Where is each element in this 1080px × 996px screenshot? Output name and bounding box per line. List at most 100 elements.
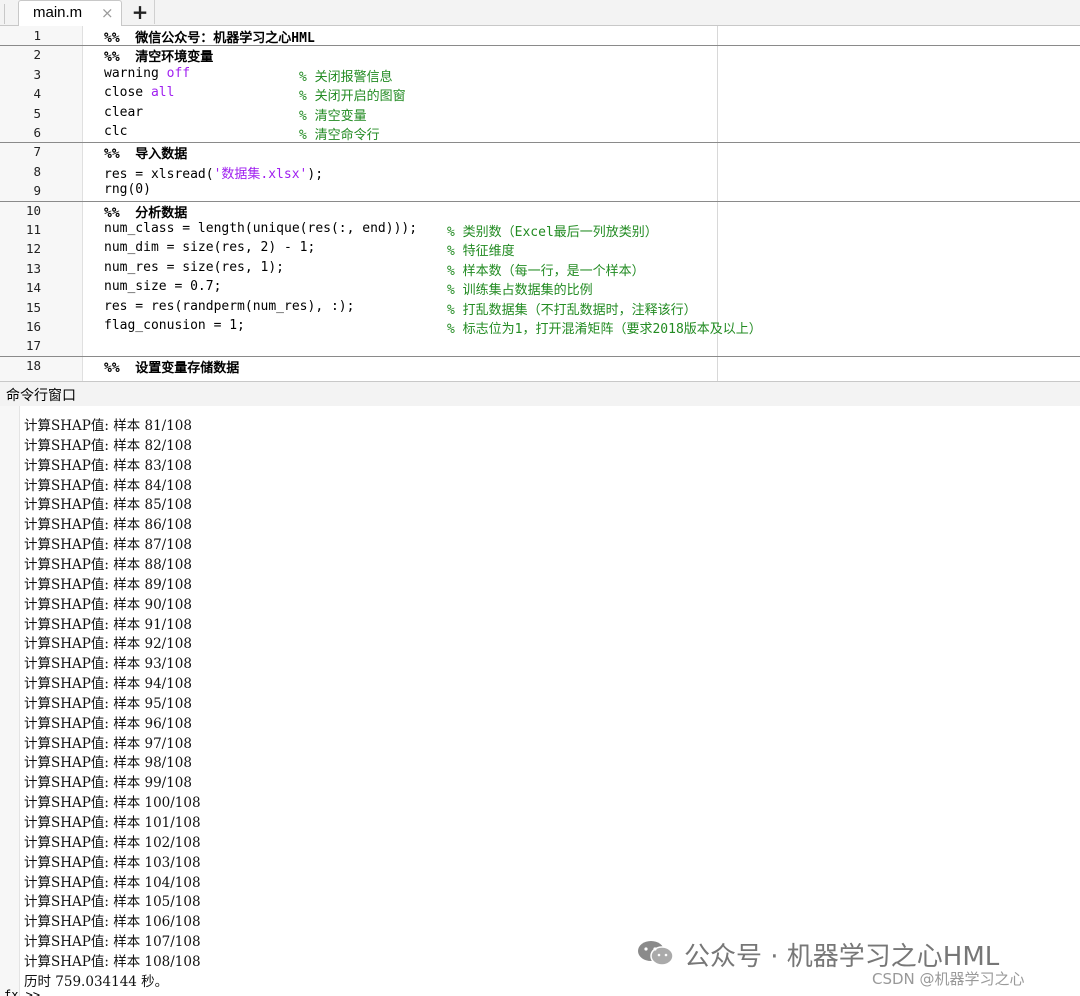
code-line[interactable]: 7 %% 导入数据 <box>0 142 1080 163</box>
code-text: num_class = length(unique(res(:, end))); <box>104 221 418 236</box>
output-line: 计算SHAP值: 样本 97/108 <box>24 735 192 752</box>
output-line: 计算SHAP值: 样本 82/108 <box>24 437 192 454</box>
code-line[interactable]: 17 <box>0 336 1080 355</box>
output-line: 计算SHAP值: 样本 92/108 <box>24 636 192 653</box>
code-line[interactable]: 18 %% 设置变量存储数据 <box>0 356 1080 376</box>
line-number: 13 <box>25 260 41 276</box>
code-comment: % 标志位为1，打开混淆矩阵（要求2018版本及以上） <box>447 322 762 337</box>
tab-bar-edge <box>0 4 5 24</box>
command-window-gutter <box>0 406 20 996</box>
close-icon[interactable]: × <box>101 4 114 22</box>
line-number: 12 <box>25 241 41 257</box>
output-line: 计算SHAP值: 样本 93/108 <box>24 656 192 673</box>
line-number: 17 <box>25 338 41 354</box>
code-line[interactable]: 5 clear % 清空变量 <box>0 104 1080 124</box>
code-comment: % 特征维度 <box>447 244 515 260</box>
output-line: 历时 759.034144 秒。 <box>24 973 169 990</box>
code-line[interactable]: 16 flag_conusion = 1; % 标志位为1，打开混淆矩阵（要求201… <box>0 317 1080 337</box>
csdn-watermark: CSDN @机器学习之心 <box>872 970 1025 988</box>
output-line: 计算SHAP值: 样本 89/108 <box>24 576 192 593</box>
output-line: 计算SHAP值: 样本 101/108 <box>24 815 201 831</box>
section-divider <box>0 45 1080 47</box>
code-line[interactable]: 10 %% 分析数据 <box>0 201 1080 221</box>
code-comment: % 关闭开启的图窗 <box>299 89 406 105</box>
output-line: 计算SHAP值: 样本 99/108 <box>24 775 192 792</box>
line-number: 3 <box>33 66 41 82</box>
code-line[interactable]: 2 %% 清空环境变量 <box>0 45 1080 65</box>
output-line: 计算SHAP值: 样本 106/108 <box>24 914 201 931</box>
code-text: res = xlsread('数据集.xlsx'); <box>104 166 324 182</box>
output-line: 计算SHAP值: 样本 102/108 <box>24 834 201 851</box>
section-header: %% 设置变量存储数据 <box>104 360 240 376</box>
command-window-header: 命令行窗口 <box>0 381 1080 407</box>
string-literal: '数据集.xlsx' <box>213 166 308 182</box>
code-editor[interactable]: 1 %% 微信公众号：机器学习之心HML 2 %% 清空环境变量 3 warning of… <box>0 26 1080 381</box>
output-line: 计算SHAP值: 样本 88/108 <box>24 556 192 573</box>
code-text: clear <box>104 104 144 120</box>
line-number: 16 <box>25 319 41 334</box>
output-line: 计算SHAP值: 样本 90/108 <box>24 596 192 613</box>
line-number: 9 <box>33 183 41 199</box>
code-text: warning off <box>104 65 191 81</box>
code-text: clc <box>104 124 128 139</box>
code-line[interactable]: 3 warning off % 关闭报警信息 <box>0 65 1080 85</box>
code-comment: % 类别数（Excel最后一列放类别） <box>447 225 658 240</box>
line-number: 18 <box>25 357 41 373</box>
code-text: num_res = size(res, 1); <box>104 259 285 275</box>
output-line: 计算SHAP值: 样本 105/108 <box>24 894 201 911</box>
code-comment: % 清空命令行 <box>299 128 380 143</box>
code-line[interactable]: 11 num_class = length(unique(res(:, end))… <box>0 220 1080 240</box>
add-tab-button[interactable]: + <box>126 0 155 24</box>
section-divider <box>0 200 1080 202</box>
output-line: 计算SHAP值: 样本 87/108 <box>24 537 192 554</box>
output-line: 计算SHAP值: 样本 81/108 <box>24 418 192 434</box>
output-line: 计算SHAP值: 样本 107/108 <box>24 934 201 951</box>
output-line: 计算SHAP值: 样本 91/108 <box>24 616 192 633</box>
code-line[interactable]: 8 res = xlsread('数据集.xlsx'); <box>0 162 1080 182</box>
line-number: 7 <box>33 144 41 160</box>
output-line: 计算SHAP值: 样本 103/108 <box>24 854 201 871</box>
tab-main-m[interactable]: main.m × <box>18 0 122 26</box>
output-line: 计算SHAP值: 样本 108/108 <box>24 953 201 970</box>
section-divider <box>0 142 1080 144</box>
command-window[interactable]: 计算SHAP值: 样本 81/108 计算SHAP值: 样本 82/108 计算SH… <box>0 406 1080 996</box>
code-comment: % 训练集占数据集的比例 <box>447 283 593 299</box>
section-header: %% 微信公众号：机器学习之心HML <box>104 31 315 46</box>
line-number: 4 <box>33 86 41 102</box>
command-prompt[interactable]: fx >> <box>4 988 40 996</box>
output-line: 计算SHAP值: 样本 96/108 <box>24 715 192 732</box>
code-line[interactable]: 14 num_size = 0.7; % 训练集占数据集的比例 <box>0 278 1080 299</box>
wechat-icon <box>638 941 674 966</box>
output-line: 计算SHAP值: 样本 83/108 <box>24 457 192 474</box>
line-number: 2 <box>33 47 41 63</box>
output-line: 计算SHAP值: 样本 98/108 <box>24 755 192 772</box>
line-number: 1 <box>33 28 41 43</box>
code-text: num_size = 0.7; <box>104 279 222 295</box>
code-comment: % 清空变量 <box>299 108 367 124</box>
output-line: 计算SHAP值: 样本 86/108 <box>24 517 192 534</box>
code-line[interactable]: 1 %% 微信公众号：机器学习之心HML <box>0 26 1080 46</box>
line-number: 5 <box>33 105 41 121</box>
code-text: rng(0) <box>104 182 151 198</box>
code-comment: % 打乱数据集（不打乱数据时，注释该行） <box>447 302 697 318</box>
section-header: %% 分析数据 <box>104 205 188 221</box>
output-line: 计算SHAP值: 样本 84/108 <box>24 477 192 494</box>
code-line[interactable]: 13 num_res = size(res, 1); % 样本数（每一行，是一个样本… <box>0 259 1080 279</box>
line-number: 6 <box>33 125 41 140</box>
command-window-title: 命令行窗口 <box>6 388 76 404</box>
code-text: res = res(randperm(num_res), :); <box>104 298 355 314</box>
code-line[interactable]: 15 res = res(randperm(num_res), :); % 打乱数据… <box>0 298 1080 318</box>
tab-label: main.m <box>33 4 83 21</box>
code-line[interactable]: 12 num_dim = size(res, 2) - 1; % 特征维度 <box>0 239 1080 260</box>
editor-tab-bar: main.m × + <box>0 0 1080 26</box>
code-line[interactable]: 9 rng(0) <box>0 181 1080 200</box>
code-comment: % 样本数（每一行，是一个样本） <box>447 263 645 279</box>
section-header: %% 导入数据 <box>104 147 188 163</box>
keyword: all <box>150 85 175 101</box>
code-line[interactable]: 4 close all % 关闭开启的图窗 <box>0 84 1080 105</box>
code-line[interactable]: 6 clc % 清空命令行 <box>0 123 1080 143</box>
output-line: 计算SHAP值: 样本 104/108 <box>24 874 201 891</box>
output-line: 计算SHAP值: 样本 95/108 <box>24 695 192 712</box>
output-line: 计算SHAP值: 样本 100/108 <box>24 795 201 812</box>
line-number: 8 <box>33 163 41 179</box>
